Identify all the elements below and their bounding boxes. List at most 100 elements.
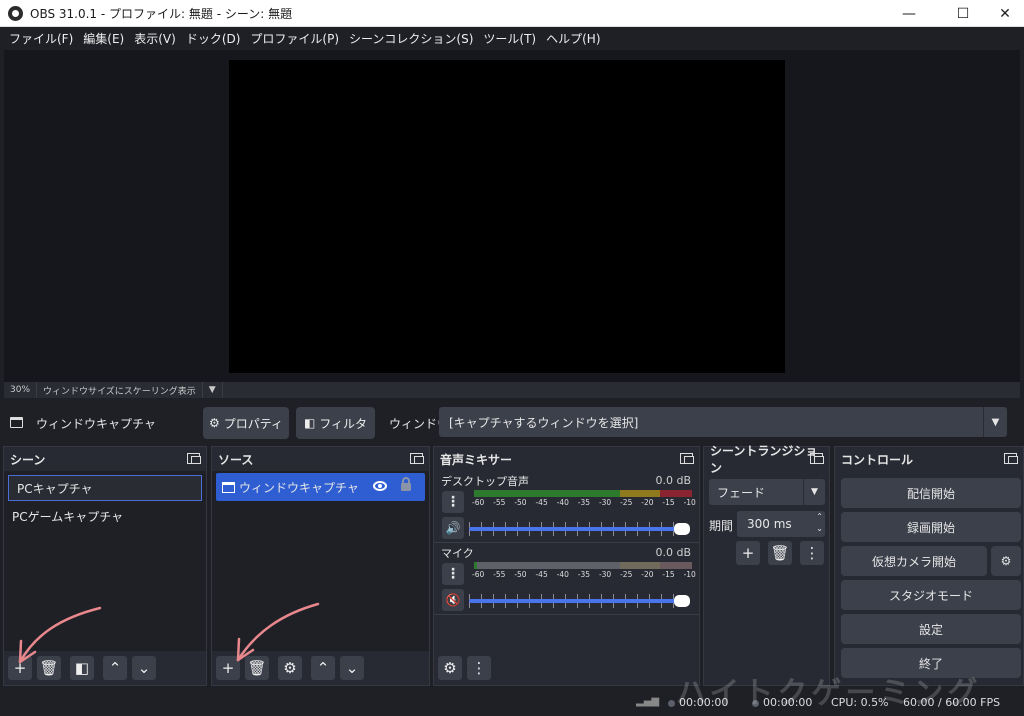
- source-context-bar: ウィンドウキャプチャ ⚙ プロパティ ◧ フィルタ ウィンドウ [キャプチャするウィ…: [0, 403, 1024, 441]
- menu-view[interactable]: 表示(V): [129, 30, 181, 47]
- mixer-channel-mic: マイク 0.0 dB ⋮ -60 -55 -50 -45 -40 -35 -30 -25 -20…: [434, 543, 726, 615]
- menu-file[interactable]: ファイル(F): [4, 30, 78, 47]
- scene-item[interactable]: PCゲームキャプチャ: [4, 503, 206, 529]
- record-status: 00:00:00: [752, 696, 812, 709]
- source-item[interactable]: ウィンドウキャプチャ: [216, 473, 425, 501]
- mixer-channel-desktop: デスクトップ音声 0.0 dB ⋮ -60 -55 -50 -45 -40 -35 -30-…: [434, 471, 726, 543]
- transition-toolbar: + 🗑 ⋮: [736, 541, 824, 565]
- add-scene-button[interactable]: +: [8, 656, 32, 680]
- virtual-camera-settings-gear-icon[interactable]: ⚙: [991, 546, 1021, 576]
- undock-icon[interactable]: [187, 453, 201, 464]
- kebab-menu-icon[interactable]: ⋮: [442, 563, 464, 585]
- volume-slider[interactable]: [469, 599, 681, 603]
- speaker-icon[interactable]: 🔊: [442, 517, 464, 539]
- audio-meter: -60-55-50-45-40-35-30-25-20-15-10-50: [472, 562, 726, 579]
- audio-mixer-dock: 音声ミキサー デスクトップ音声 0.0 dB ⋮ -60 -55 -50 -45 -40…: [433, 446, 726, 686]
- move-up-icon[interactable]: ⌃: [311, 656, 335, 680]
- stream-status: 00:00:00: [668, 696, 728, 709]
- trash-icon[interactable]: 🗑: [768, 541, 792, 565]
- controls-dock: コントロール 配信開始 録画開始 仮想カメラ開始 ⚙ スタジオモード 設定 終了: [834, 446, 1024, 686]
- properties-button[interactable]: ⚙ プロパティ: [203, 407, 289, 439]
- title-bar: OBS 31.0.1 - プロファイル: 無題 - シーン: 無題 — ☐ ✕: [0, 0, 1024, 27]
- window-capture-icon: [222, 481, 235, 493]
- audio-meter: -60-55-50-45-40-35-30-25-20-15-10-50: [472, 490, 726, 507]
- filters-button[interactable]: ◧ フィルタ: [296, 407, 375, 439]
- scaling-mode[interactable]: ウィンドウサイズにスケーリング表示: [37, 382, 203, 398]
- undock-icon[interactable]: [1004, 453, 1018, 464]
- chevron-down-icon[interactable]: ▼: [803, 479, 825, 505]
- lock-icon[interactable]: [401, 477, 411, 491]
- gear-icon: ⚙: [208, 416, 220, 430]
- scaling-dropdown-icon[interactable]: ▼: [203, 382, 223, 398]
- sources-toolbar: + 🗑 ⚙ ⌃ ⌄: [212, 651, 429, 685]
- transition-type-select[interactable]: フェード ▼: [709, 479, 825, 505]
- menu-edit[interactable]: 編集(E): [78, 30, 129, 47]
- kebab-menu-icon[interactable]: ⋮: [467, 656, 491, 680]
- selected-source-name: ウィンドウキャプチャ: [36, 417, 156, 431]
- obs-logo-icon: [8, 6, 23, 21]
- sources-header: ソース: [212, 447, 429, 471]
- mixer-toolbar: ⚙ ⋮: [434, 651, 699, 685]
- exit-button[interactable]: 終了: [841, 648, 1021, 678]
- scene-item[interactable]: PCキャプチャ: [8, 475, 202, 501]
- minimize-button[interactable]: —: [886, 0, 932, 27]
- trash-icon[interactable]: 🗑: [37, 656, 61, 680]
- scenes-dock: シーン PCキャプチャ PCゲームキャプチャ + 🗑 ◧ ⌃ ⌄: [3, 446, 207, 686]
- undock-icon[interactable]: [810, 453, 824, 464]
- volume-slider-handle[interactable]: [674, 595, 690, 607]
- mixer-channels: デスクトップ音声 0.0 dB ⋮ -60 -55 -50 -45 -40 -35 -30-…: [434, 471, 726, 651]
- undock-icon[interactable]: [680, 453, 694, 464]
- zoom-level: 30%: [4, 382, 38, 398]
- close-button[interactable]: ✕: [982, 0, 1024, 27]
- kebab-menu-icon[interactable]: ⋮: [442, 491, 464, 513]
- move-up-icon[interactable]: ⌃: [103, 656, 127, 680]
- volume-slider-handle[interactable]: [674, 523, 690, 535]
- scenes-list: PCキャプチャ PCゲームキャプチャ: [4, 471, 206, 651]
- filter-icon: ◧: [303, 416, 316, 430]
- add-transition-button[interactable]: +: [736, 541, 760, 565]
- menu-scene-collection[interactable]: シーンコレクション(S): [344, 30, 478, 47]
- stream-dot-icon: [668, 699, 675, 707]
- add-source-button[interactable]: +: [216, 656, 240, 680]
- studio-mode-button[interactable]: スタジオモード: [841, 580, 1021, 610]
- preview-scale-bar: 30% ウィンドウサイズにスケーリング表示 ▼: [4, 382, 1020, 398]
- scene-transitions-dock: シーントランジション フェード ▼ 期間 300 ms ⌃ ⌄ + 🗑 ⋮: [703, 444, 830, 686]
- sources-dock: ソース ウィンドウキャプチャ + 🗑 ⚙ ⌃ ⌄: [211, 446, 430, 686]
- signal-bars-icon: ▂▄▆: [636, 696, 660, 707]
- visibility-eye-icon[interactable]: [373, 481, 387, 491]
- window-capture-icon: [10, 417, 23, 428]
- gear-icon[interactable]: ⚙: [278, 656, 302, 680]
- scenes-toolbar: + 🗑 ◧ ⌃ ⌄: [4, 651, 206, 685]
- duration-spinbox[interactable]: 300 ms ⌃ ⌄: [737, 511, 825, 537]
- menu-help[interactable]: ヘルプ(H): [541, 30, 605, 47]
- gear-icon[interactable]: ⚙: [438, 656, 462, 680]
- undock-icon[interactable]: [410, 453, 424, 464]
- menu-tools[interactable]: ツール(T): [478, 30, 541, 47]
- start-recording-button[interactable]: 録画開始: [841, 512, 1021, 542]
- window-select[interactable]: [キャプチャするウィンドウを選択] ▼: [439, 407, 1007, 437]
- volume-slider[interactable]: [469, 527, 681, 531]
- kebab-menu-icon[interactable]: ⋮: [800, 541, 824, 565]
- settings-button[interactable]: 設定: [841, 614, 1021, 644]
- sources-list: ウィンドウキャプチャ: [212, 471, 429, 651]
- controls-header: コントロール: [835, 447, 1023, 471]
- move-down-icon[interactable]: ⌄: [132, 656, 156, 680]
- menu-profile[interactable]: プロファイル(P): [245, 30, 344, 47]
- meter-ticks: -60-55-50-45-40-35-30-25-20-15-10-50: [472, 498, 726, 507]
- speaker-muted-icon[interactable]: 🔇: [442, 589, 464, 611]
- move-down-icon[interactable]: ⌄: [340, 656, 364, 680]
- trash-icon[interactable]: 🗑: [245, 656, 269, 680]
- preview-canvas[interactable]: [229, 60, 785, 373]
- window-title: OBS 31.0.1 - プロファイル: 無題 - シーン: 無題: [30, 7, 293, 21]
- mixer-header: 音声ミキサー: [434, 447, 699, 471]
- scene-filters-icon[interactable]: ◧: [70, 656, 94, 680]
- duration-label: 期間: [709, 519, 734, 533]
- record-dot-icon: [752, 699, 759, 707]
- menu-bar: ファイル(F) 編集(E) 表示(V) ドック(D) プロファイル(P) シーン…: [0, 27, 1024, 50]
- start-streaming-button[interactable]: 配信開始: [841, 478, 1021, 508]
- maximize-button[interactable]: ☐: [940, 0, 986, 27]
- chevron-down-icon[interactable]: ▼: [983, 407, 1007, 437]
- menu-docks[interactable]: ドック(D): [181, 30, 246, 47]
- start-virtual-camera-button[interactable]: 仮想カメラ開始: [841, 546, 987, 576]
- spin-arrows-icon[interactable]: ⌃ ⌄: [816, 511, 823, 535]
